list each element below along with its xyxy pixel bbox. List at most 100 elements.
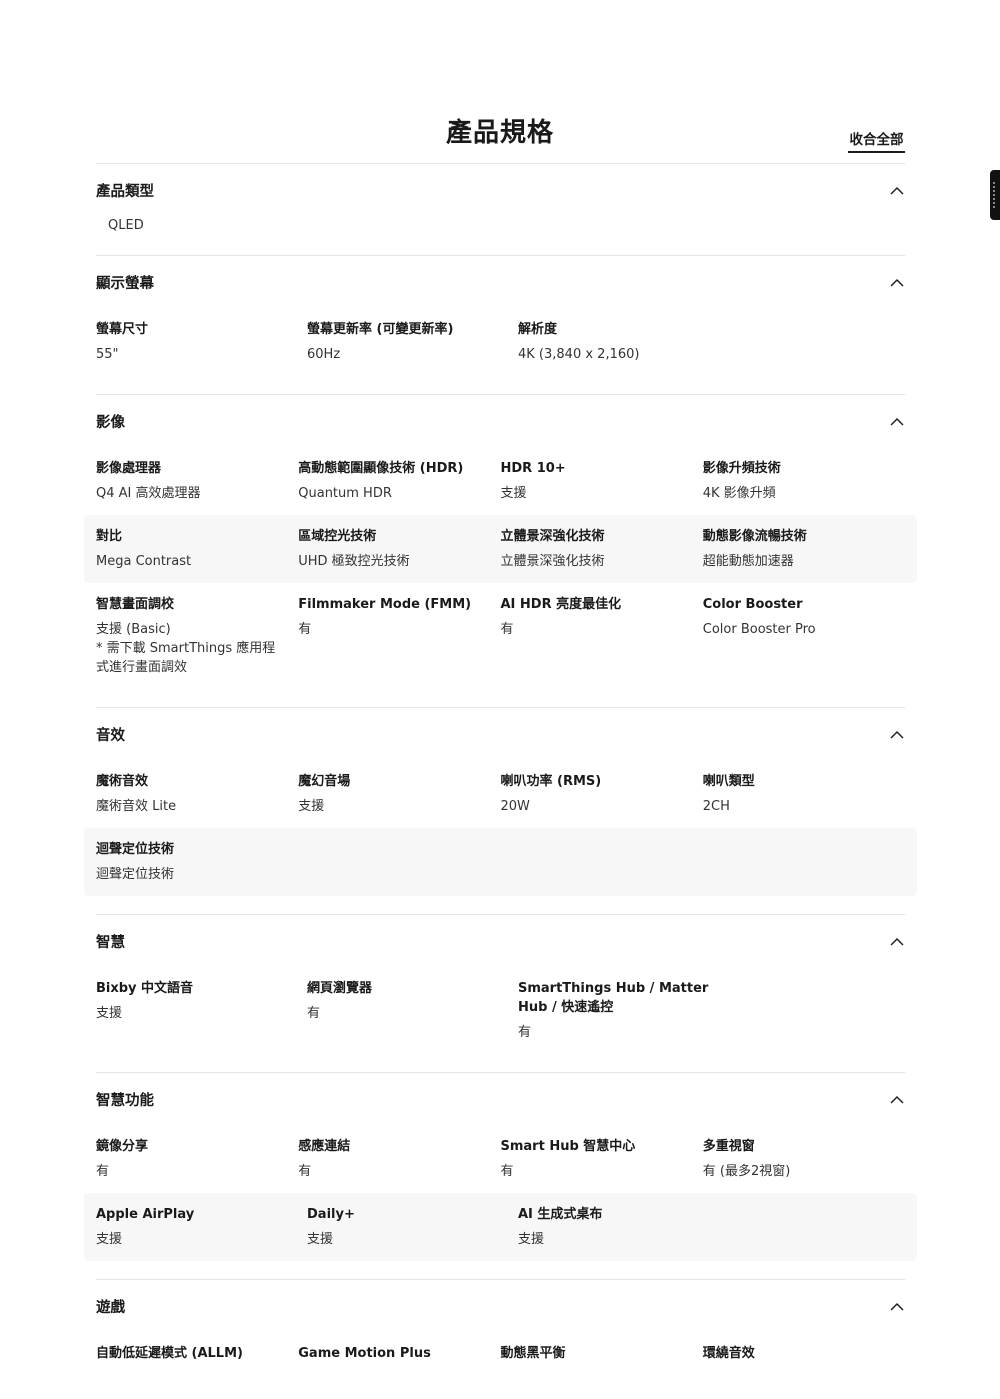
spec-label: Daily+ <box>307 1207 355 1222</box>
spec-section: 智慧 Bixby 中文語音 支援 網頁瀏覽器有 SmartThings Hub / Ma… <box>96 914 905 1072</box>
spec-item: Bixby 中文語音 支援 <box>96 979 307 1042</box>
spec-row: Bixby 中文語音 支援 網頁瀏覽器有 SmartThings Hub / Matt… <box>84 967 917 1054</box>
section-title: 顯示螢幕 <box>96 276 154 292</box>
spec-rows: 鏡像分享有感應連結有 Smart Hub 智慧中心有多重視窗有 (最多2視窗) Ap… <box>84 1125 917 1279</box>
spec-label: 區域控光技術 <box>298 529 377 544</box>
section-header[interactable]: 遊戲 <box>96 1281 905 1332</box>
spec-value: 立體景深強化技術 <box>500 554 605 569</box>
spec-item: 多重視窗有 (最多2視窗) <box>703 1137 905 1181</box>
section-title: 智慧功能 <box>96 1093 154 1109</box>
spec-row: 智慧畫面調校支援 (Basic) * 需下載 SmartThings 應用程式進… <box>84 583 917 689</box>
spec-item: 影像處理器 Q4 AI 高效處理器 <box>96 459 298 503</box>
section-title: 智慧 <box>96 935 125 951</box>
chevron-up-icon[interactable] <box>889 275 905 291</box>
spec-value: 有 <box>500 622 514 637</box>
chevron-up-icon[interactable] <box>889 934 905 950</box>
spec-label: 網頁瀏覽器 <box>307 981 373 996</box>
section-header[interactable]: 音效 <box>96 709 905 760</box>
spec-label: 解析度 <box>518 322 558 337</box>
spec-item: 環繞音效 <box>703 1344 905 1369</box>
spec-section: 智慧功能鏡像分享有感應連結有 Smart Hub 智慧中心有多重視窗有 (最多2視… <box>84 1072 917 1279</box>
spec-value: 有 <box>518 1025 532 1040</box>
spec-item: 感應連結有 <box>298 1137 500 1181</box>
spec-item: 迴聲定位技術 迴聲定位技術 <box>96 840 307 884</box>
spec-value: 超能動態加速器 <box>702 554 794 569</box>
spec-item: 螢幕尺寸 55" <box>96 320 307 364</box>
spec-label: Filmmaker Mode (FMM) <box>298 597 472 612</box>
spec-value: 有 <box>298 622 312 637</box>
spec-label: 高動態範圍顯像技術 (HDR) <box>298 461 464 476</box>
spec-label: Game Motion Plus <box>298 1346 431 1361</box>
spec-label: Bixby 中文語音 <box>96 981 194 996</box>
spec-row: 影像處理器 Q4 AI 高效處理器 高動態範圍顯像技術 (HDR) Quantum H… <box>84 447 917 515</box>
spec-section: 顯示螢幕螢幕尺寸 55" 螢幕更新率 (可變更新率) 60Hz 解析度 4K (3,840… <box>96 255 905 394</box>
spec-value: 4K (3,840 x 2,160) <box>518 347 640 362</box>
spec-item: 自動低延遲模式 (ALLM) <box>96 1344 298 1369</box>
spec-rows: 螢幕尺寸 55" 螢幕更新率 (可變更新率) 60Hz 解析度 4K (3,840 x 2… <box>84 308 917 394</box>
spec-label: 影像升頻技術 <box>702 461 781 476</box>
side-feedback-tab[interactable] <box>990 170 1000 220</box>
chevron-up-icon[interactable] <box>889 183 905 199</box>
spec-row: 對比 Mega Contrast 區域控光技術 UHD 極致控光技術 立體景深強化技術立… <box>84 515 917 583</box>
spec-rows: 自動低延遲模式 (ALLM) Game Motion Plus 動態黑平衡 環繞音效 <box>84 1332 917 1399</box>
spec-rows: 影像處理器 Q4 AI 高效處理器 高動態範圍顯像技術 (HDR) Quantum H… <box>84 447 917 707</box>
spec-item: AI HDR 亮度最佳化有 <box>501 595 703 677</box>
spec-item: Apple AirPlay 支援 <box>96 1205 307 1249</box>
spec-value: 支援 <box>96 1006 123 1021</box>
spec-value: 有 <box>307 1006 321 1021</box>
spec-value: 55" <box>96 347 119 362</box>
spec-label: Color Booster <box>702 597 803 612</box>
spec-value: UHD 極致控光技術 <box>298 554 410 569</box>
spec-row: 鏡像分享有感應連結有 Smart Hub 智慧中心有多重視窗有 (最多2視窗) <box>84 1125 917 1193</box>
spec-label: 自動低延遲模式 (ALLM) <box>96 1346 243 1361</box>
spec-value: 20W <box>500 799 530 814</box>
spec-item: 動態黑平衡 <box>501 1344 703 1369</box>
spec-item: Smart Hub 智慧中心有 <box>501 1137 703 1181</box>
spec-label: 螢幕尺寸 <box>96 322 149 337</box>
spec-label: 環繞音效 <box>702 1346 755 1361</box>
spec-item: 區域控光技術 UHD 極致控光技術 <box>298 527 500 571</box>
spec-value: 支援 <box>500 486 527 501</box>
spec-item: 魔術音效 魔術音效 Lite <box>96 772 298 816</box>
chevron-up-icon[interactable] <box>889 1092 905 1108</box>
collapse-all-button[interactable]: 收合全部 <box>848 128 905 153</box>
section-header[interactable]: 智慧功能 <box>96 1074 905 1125</box>
spec-value: Q4 AI 高效處理器 <box>96 486 201 501</box>
spec-value: 支援 <box>298 799 325 814</box>
spec-section: 產品類型 QLED <box>96 163 905 255</box>
section-header[interactable]: 顯示螢幕 <box>96 257 905 308</box>
section-header[interactable]: 智慧 <box>96 916 905 967</box>
section-header[interactable]: 影像 <box>96 396 905 447</box>
spec-item: 鏡像分享有 <box>96 1137 298 1181</box>
spec-value: 2CH <box>702 799 730 814</box>
spec-value: 支援 <box>518 1232 545 1247</box>
spec-item: 對比 Mega Contrast <box>96 527 298 571</box>
spec-item: 喇叭功率 (RMS) 20W <box>501 772 703 816</box>
spec-section: 影像 影像處理器 Q4 AI 高效處理器 高動態範圍顯像技術 (HDR) Quantum… <box>84 394 917 707</box>
spec-row: 魔術音效 魔術音效 Lite 魔幻音場支援 喇叭功率 (RMS) 20W 喇叭類型 2CH <box>84 760 917 828</box>
section-title: 遊戲 <box>96 1300 125 1316</box>
chevron-up-icon[interactable] <box>889 414 905 430</box>
spec-label: 立體景深強化技術 <box>500 529 605 544</box>
spec-label: Smart Hub 智慧中心 <box>500 1139 636 1154</box>
spec-label: AI 生成式桌布 <box>518 1207 603 1222</box>
spec-value: 支援 (Basic) * 需下載 SmartThings 應用程式進行畫面調效 <box>96 622 276 675</box>
spec-label: 智慧畫面調校 <box>96 597 175 612</box>
spec-label: 動態影像流暢技術 <box>702 529 807 544</box>
chevron-up-icon[interactable] <box>889 727 905 743</box>
spec-label: 鏡像分享 <box>96 1139 149 1154</box>
spec-label: 魔幻音場 <box>298 774 351 789</box>
spec-item: Daily+ 支援 <box>307 1205 518 1249</box>
spec-item: 影像升頻技術 4K 影像升頻 <box>703 459 905 503</box>
spec-value: QLED <box>108 218 144 233</box>
chevron-up-icon[interactable] <box>889 1299 905 1315</box>
spec-label: 喇叭類型 <box>702 774 755 789</box>
section-header[interactable]: 產品類型 <box>96 165 905 216</box>
spec-value: 支援 <box>307 1232 334 1247</box>
spec-label: Apple AirPlay <box>96 1207 195 1222</box>
spec-label: HDR 10+ <box>500 461 566 476</box>
spec-item: 螢幕更新率 (可變更新率) 60Hz <box>307 320 518 364</box>
spec-label: 魔術音效 <box>96 774 149 789</box>
spec-label: 動態黑平衡 <box>500 1346 566 1361</box>
spec-value: 有 (最多2視窗) <box>702 1164 791 1179</box>
